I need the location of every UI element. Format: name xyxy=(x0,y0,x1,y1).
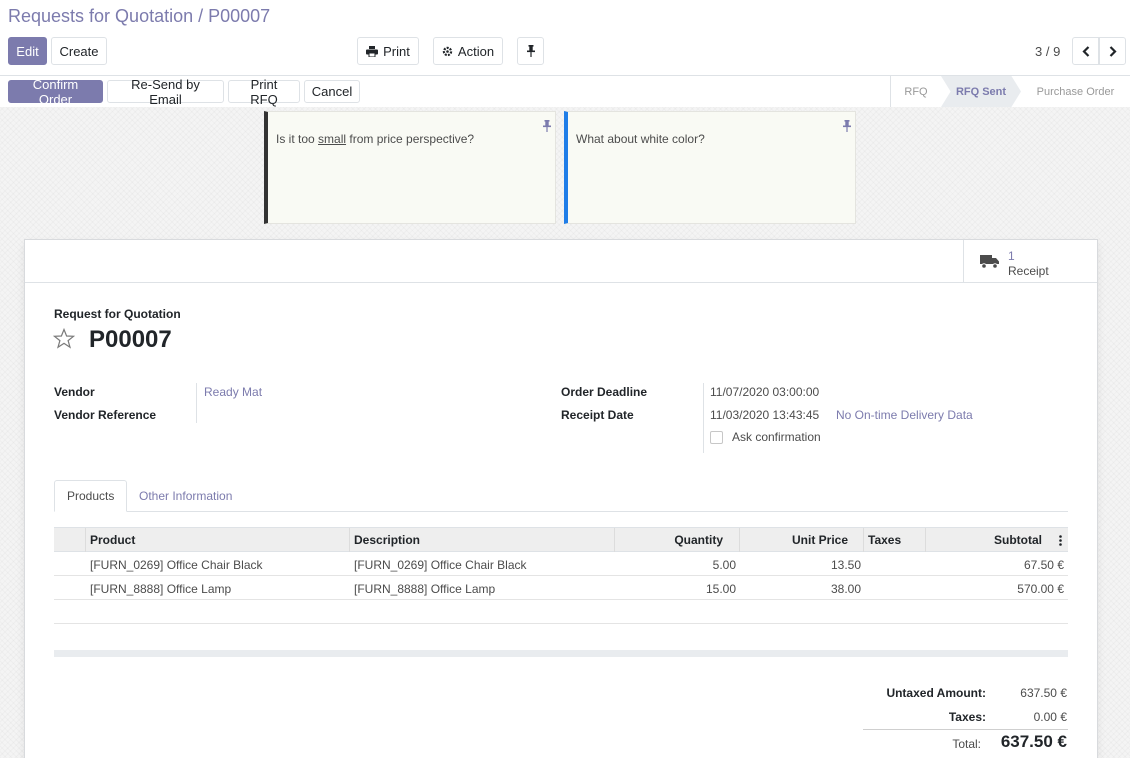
vendor-field[interactable]: Ready Mat xyxy=(204,385,262,399)
confirm-order-button[interactable]: Confirm Order xyxy=(8,77,103,107)
note-text: Is it too small from price perspective? xyxy=(276,132,475,146)
totals-divider xyxy=(863,729,1068,730)
ask-confirmation-checkbox[interactable] xyxy=(710,431,723,444)
column-separator xyxy=(863,528,864,552)
print-rfq-button[interactable]: Print RFQ xyxy=(228,77,300,107)
receipt-date-label: Receipt Date xyxy=(561,408,634,422)
chevron-left-icon xyxy=(1081,45,1089,57)
table-row[interactable]: [FURN_8888] Office Lamp [FURN_8888] Offi… xyxy=(54,576,1068,600)
vendor-reference-label: Vendor Reference xyxy=(54,408,157,422)
print-icon xyxy=(366,45,379,57)
header-description[interactable]: Description xyxy=(354,533,420,547)
print-label: Print xyxy=(383,43,410,59)
document-name: P00007 xyxy=(89,326,172,353)
resend-email-button[interactable]: Re-Send by Email xyxy=(107,77,224,107)
field-divider xyxy=(703,383,704,453)
breadcrumb-parent[interactable]: Requests for Quotation xyxy=(8,6,193,26)
order-deadline-label: Order Deadline xyxy=(561,385,648,399)
note-text: What about white color? xyxy=(576,132,705,146)
header-product[interactable]: Product xyxy=(90,533,135,547)
cell-subtotal: 570.00 € xyxy=(1017,582,1064,596)
status-bar: Confirm Order Re-Send by Email Print RFQ… xyxy=(0,75,1130,107)
column-separator xyxy=(925,528,926,552)
optional-columns-icon[interactable] xyxy=(1059,535,1062,546)
star-icon[interactable] xyxy=(53,328,75,349)
breadcrumb-current: P00007 xyxy=(208,6,271,26)
receipt-smart-button[interactable]: 1 Receipt xyxy=(963,240,1097,283)
total-value: 637.50 € xyxy=(1000,732,1067,751)
receipt-date-field[interactable]: 11/03/2020 13:43:45 xyxy=(710,408,819,422)
cancel-button[interactable]: Cancel xyxy=(304,80,360,103)
tab-other-information[interactable]: Other Information xyxy=(127,480,244,512)
header-taxes[interactable]: Taxes xyxy=(868,533,901,547)
truck-icon xyxy=(980,255,999,269)
table-row[interactable]: [FURN_0269] Office Chair Black [FURN_026… xyxy=(54,552,1068,576)
column-separator xyxy=(739,528,740,552)
thumbtack-icon[interactable] xyxy=(843,120,851,132)
field-divider xyxy=(196,383,197,423)
cell-description: [FURN_8888] Office Lamp xyxy=(354,582,496,596)
chevron-right-icon xyxy=(1109,45,1117,57)
table-row-empty[interactable] xyxy=(54,600,1068,624)
cell-product: [FURN_8888] Office Lamp xyxy=(90,582,232,596)
cell-quantity: 5.00 xyxy=(712,558,736,572)
header-subtotal[interactable]: Subtotal xyxy=(994,533,1042,547)
header-unit-price[interactable]: Unit Price xyxy=(792,533,848,547)
table-footer xyxy=(54,650,1068,657)
receipt-count: 1 xyxy=(1008,249,1015,263)
button-box: 1 Receipt xyxy=(25,240,1097,283)
column-separator xyxy=(349,528,350,552)
stage-rfq[interactable]: RFQ xyxy=(891,76,941,107)
control-panel: Requests for Quotation / P00007 Edit Cre… xyxy=(0,0,1130,107)
cell-quantity: 15.00 xyxy=(705,582,736,596)
thumbtack-icon[interactable] xyxy=(543,120,551,132)
ask-confirmation-label: Ask confirmation xyxy=(732,430,821,444)
untaxed-amount-label: Untaxed Amount: xyxy=(886,686,986,700)
cell-unit-price: 13.50 xyxy=(830,558,861,572)
tab-products[interactable]: Products xyxy=(54,480,128,512)
gear-icon xyxy=(442,46,453,56)
taxes-value: 0.00 € xyxy=(1033,710,1067,724)
header-quantity[interactable]: Quantity xyxy=(674,533,723,547)
create-button[interactable]: Create xyxy=(51,37,107,65)
receipt-label: Receipt xyxy=(1008,264,1049,278)
document-type-label: Request for Quotation xyxy=(54,307,181,321)
total-label: Total: xyxy=(952,737,981,751)
print-button[interactable]: Print xyxy=(357,37,419,65)
breadcrumb-separator: / xyxy=(193,6,209,26)
pager-value[interactable]: 3 / 9 xyxy=(1035,44,1060,59)
note-card[interactable]: What about white color? xyxy=(564,111,856,224)
cell-subtotal: 67.50 € xyxy=(1023,558,1064,572)
action-label: Action xyxy=(457,43,495,59)
cell-description: [FURN_0269] Office Chair Black xyxy=(354,558,527,572)
table-header: Product Description Quantity Unit Price … xyxy=(54,527,1068,552)
breadcrumb: Requests for Quotation / P00007 xyxy=(8,6,270,27)
stage-rfq-sent[interactable]: RFQ Sent xyxy=(941,76,1021,107)
taxes-label: Taxes: xyxy=(948,710,986,724)
note-card[interactable]: Is it too small from price perspective? xyxy=(264,111,556,224)
order-deadline-field[interactable]: 11/07/2020 03:00:00 xyxy=(710,385,819,399)
pager-next-button[interactable] xyxy=(1099,37,1126,65)
cell-product: [FURN_0269] Office Chair Black xyxy=(90,558,263,572)
untaxed-amount-value: 637.50 € xyxy=(1020,686,1067,700)
pager-previous-button[interactable] xyxy=(1072,37,1099,65)
stage-purchase-order[interactable]: Purchase Order xyxy=(1021,76,1130,107)
column-separator xyxy=(614,528,615,552)
notebook-tabs: Products Other Information xyxy=(54,480,1068,512)
cell-unit-price: 38.00 xyxy=(830,582,861,596)
on-time-delivery-link[interactable]: No On-time Delivery Data xyxy=(836,408,973,422)
vendor-label: Vendor xyxy=(54,385,95,399)
form-sheet: 1 Receipt Request for Quotation P00007 V… xyxy=(24,239,1098,758)
column-separator xyxy=(85,528,86,552)
action-button[interactable]: Action xyxy=(433,37,503,65)
pin-button[interactable] xyxy=(517,37,544,65)
edit-button[interactable]: Edit xyxy=(8,37,47,65)
thumbtack-icon xyxy=(526,45,535,57)
